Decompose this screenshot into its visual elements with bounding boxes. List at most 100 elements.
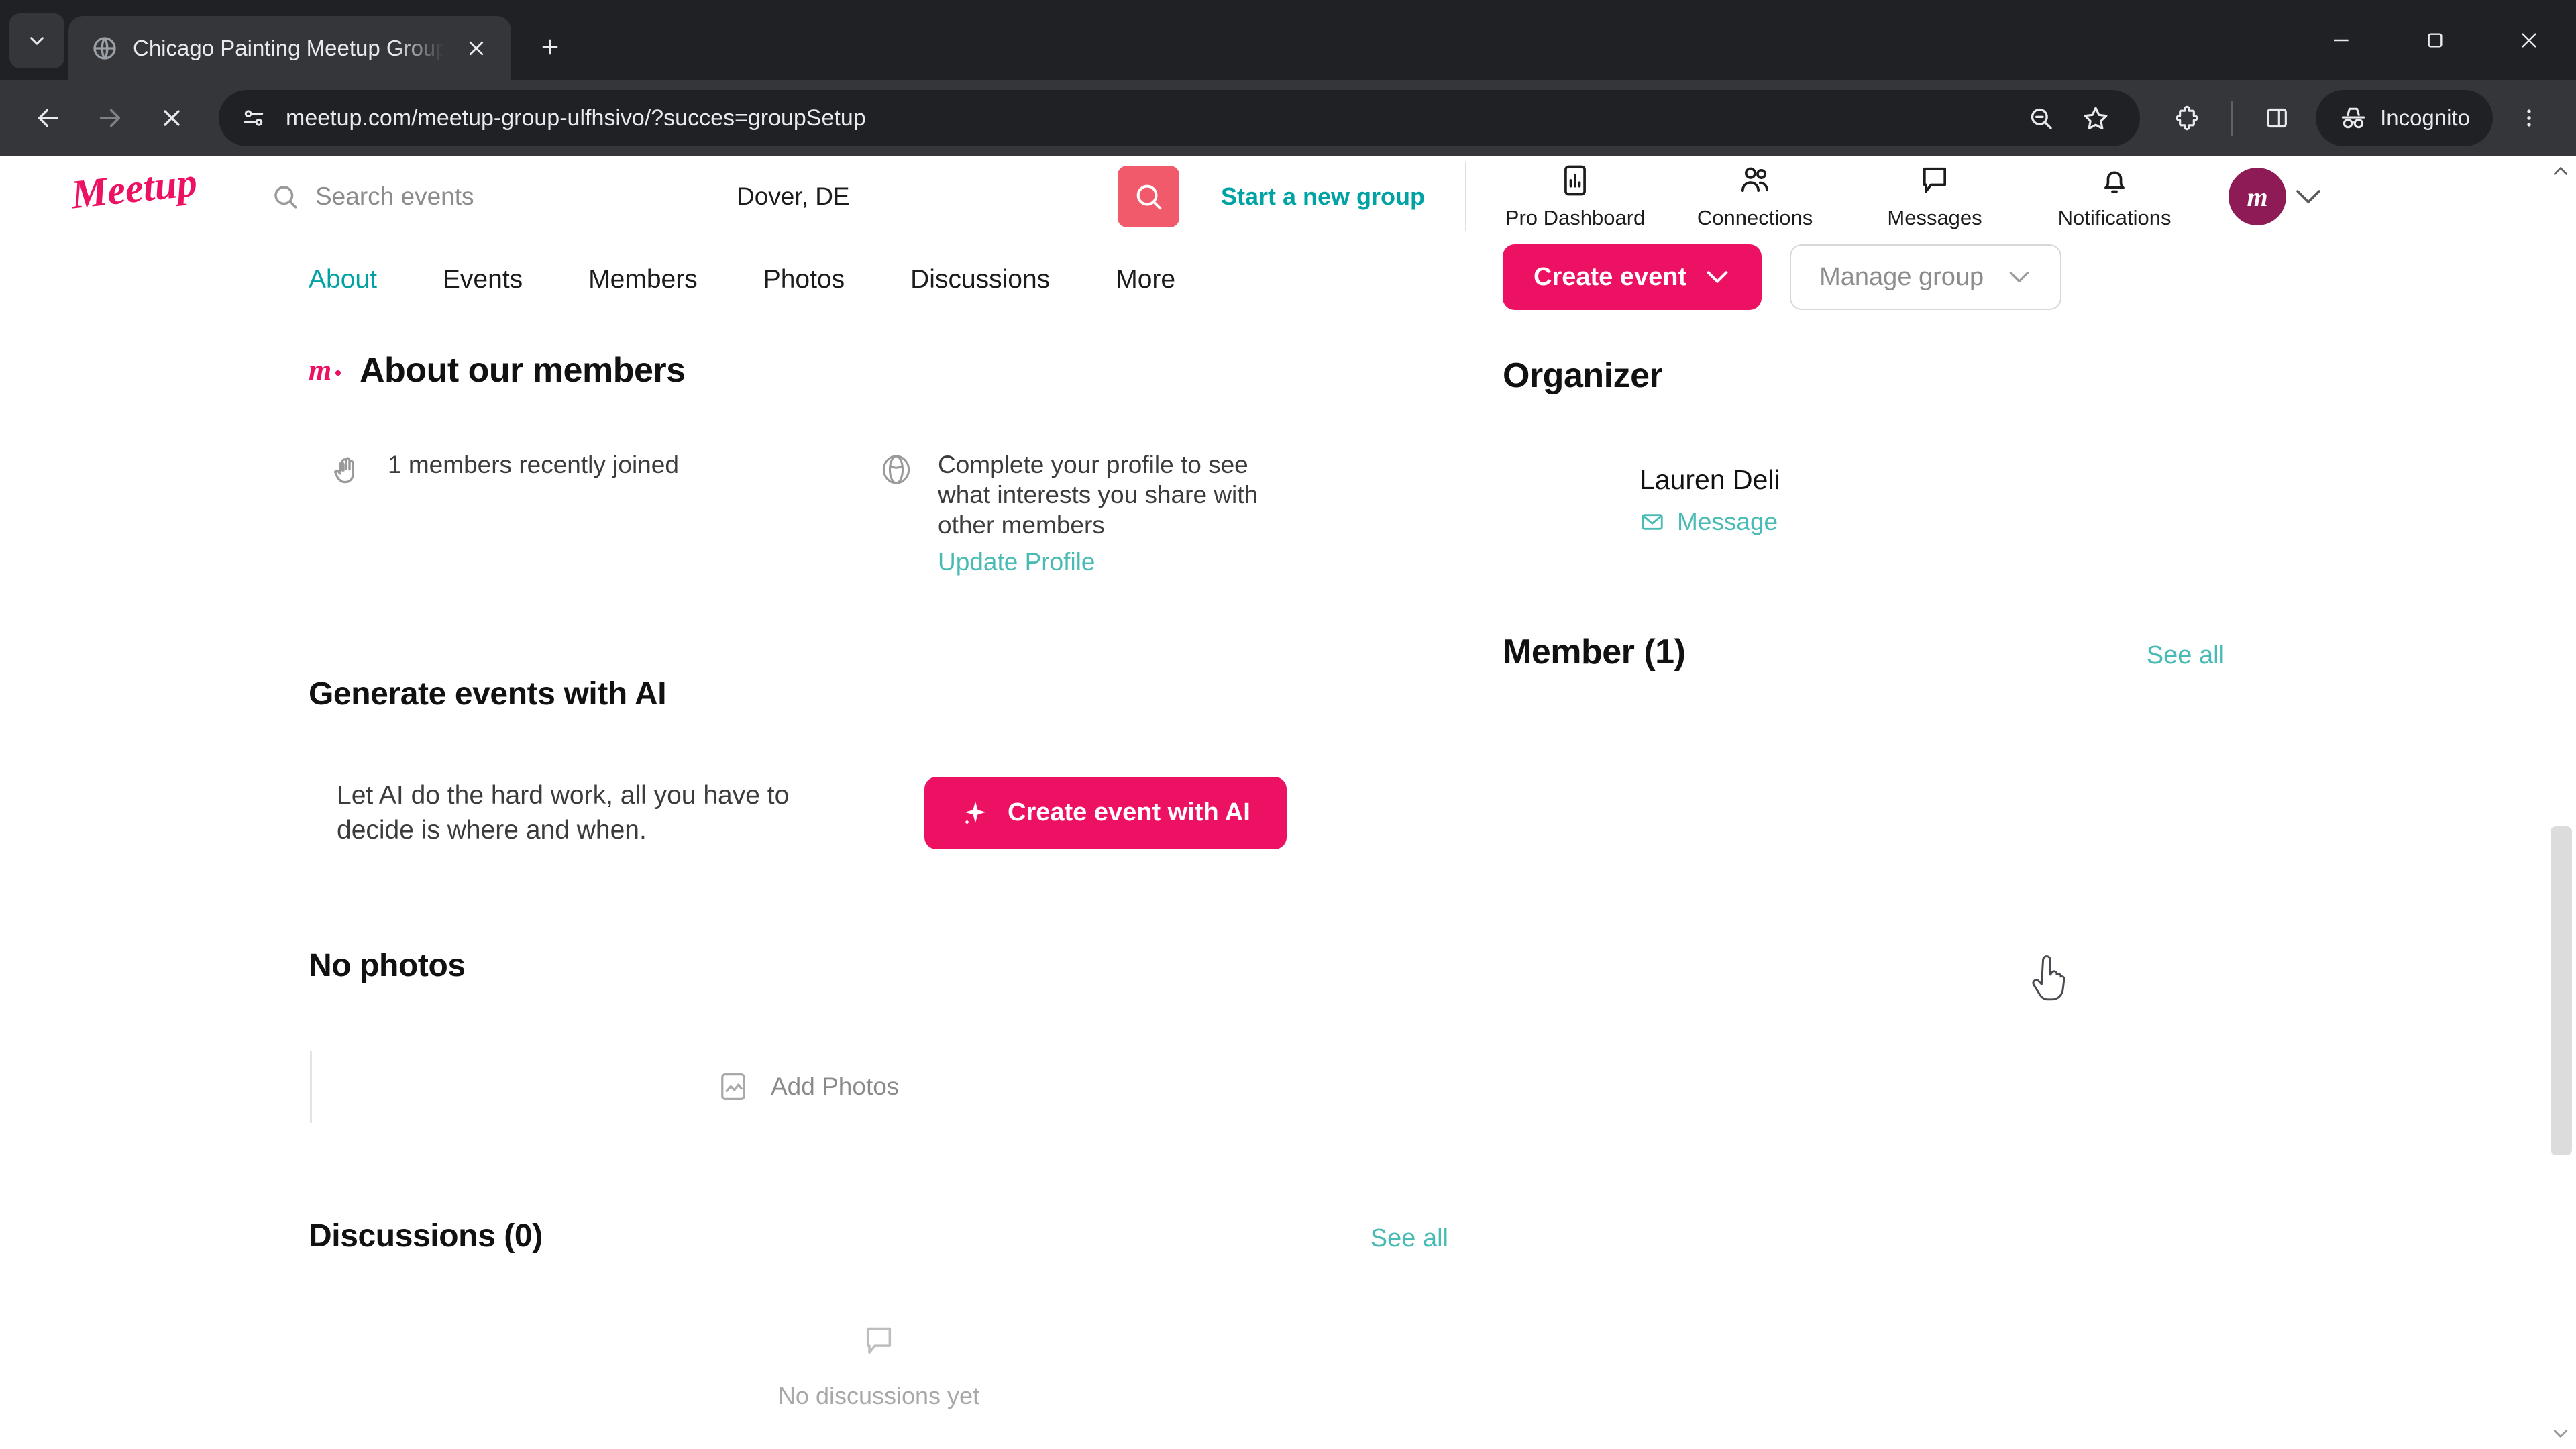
organizer-message-link[interactable]: Message: [1640, 508, 1780, 536]
avatar[interactable]: m: [2229, 168, 2287, 225]
incognito-label: Incognito: [2380, 105, 2470, 130]
manage-group-button[interactable]: Manage group: [1790, 244, 2062, 310]
organizer-name[interactable]: Lauren Deli: [1640, 464, 1780, 496]
tab-about[interactable]: About: [309, 265, 443, 294]
message-label: Message: [1677, 508, 1778, 535]
browser-toolbar: meetup.com/meetup-group-ulfhsivo/?succes…: [0, 80, 2576, 156]
chevron-down-icon[interactable]: [2290, 178, 2326, 215]
nav-label: Messages: [1887, 206, 1982, 229]
start-new-group-link[interactable]: Start a new group: [1221, 182, 1425, 211]
back-button[interactable]: [19, 89, 78, 148]
extensions-button[interactable]: [2157, 89, 2216, 148]
organizer-info: Lauren Deli Message: [1640, 452, 1780, 553]
discussions-section: Discussions (0) See all No discussions y…: [309, 1218, 1449, 1410]
incognito-indicator[interactable]: Incognito: [2316, 90, 2493, 146]
address-bar[interactable]: meetup.com/meetup-group-ulfhsivo/?succes…: [219, 90, 2141, 146]
new-tab-button[interactable]: [526, 23, 574, 71]
complete-profile-item: Complete your profile to see what intere…: [879, 449, 1300, 578]
scroll-up-button[interactable]: [2545, 156, 2576, 186]
tab-photos[interactable]: Photos: [763, 265, 910, 294]
bookmark-star-icon[interactable]: [2072, 94, 2120, 142]
nav-item-connections[interactable]: Connections: [1665, 163, 1845, 230]
meetup-header: Meetup Start a new group: [0, 156, 2576, 237]
image-icon: [721, 1073, 745, 1100]
tab-discussions[interactable]: Discussions: [910, 265, 1116, 294]
kebab-menu-icon: [2527, 109, 2531, 127]
close-icon[interactable]: [459, 31, 494, 66]
url-text: meetup.com/meetup-group-ulfhsivo/?succes…: [286, 105, 866, 131]
scrollbar-thumb[interactable]: [2551, 826, 2572, 1155]
toolbar-divider: [2231, 101, 2233, 136]
close-icon: [164, 110, 180, 126]
tab-events[interactable]: Events: [443, 265, 588, 294]
discussions-title: Discussions (0): [309, 1218, 543, 1254]
forward-button[interactable]: [80, 89, 140, 148]
chevron-down-icon: [2009, 272, 2029, 282]
search-events-field[interactable]: [271, 166, 718, 227]
organizer-avatar[interactable]: [1513, 452, 1614, 553]
create-event-with-ai-button[interactable]: Create event with AI: [924, 776, 1287, 849]
recently-joined-item: 1 members recently joined: [329, 449, 879, 578]
group-page-content: About Events Members Photos Discussions …: [0, 237, 2576, 1410]
account-menu[interactable]: m: [2229, 168, 2326, 225]
tab-members[interactable]: Members: [588, 265, 763, 294]
manage-group-label: Manage group: [1819, 262, 1984, 291]
search-submit-button[interactable]: [1118, 166, 1179, 227]
zoom-out-icon[interactable]: [2017, 94, 2065, 142]
meetup-logo[interactable]: Meetup: [72, 170, 233, 223]
discussions-empty-state: No discussions yet: [309, 1322, 1449, 1410]
plus-icon: [542, 39, 558, 55]
globe-icon: [91, 35, 118, 62]
ai-section: Generate events with AI Let AI do the ha…: [309, 676, 1449, 849]
organizer-title: Organizer: [1503, 356, 1663, 395]
svg-text:m: m: [309, 354, 331, 386]
discussions-see-all-link[interactable]: See all: [1371, 1224, 1448, 1253]
member-see-all-link[interactable]: See all: [2147, 641, 2224, 670]
main-column: About Events Members Photos Discussions …: [309, 237, 1449, 1410]
member-section-header: Member (1) See all: [1503, 632, 2281, 672]
add-photos-label: Add Photos: [771, 1072, 900, 1100]
maximize-button[interactable]: [2388, 0, 2482, 80]
tab-title: Chicago Painting Meetup Group: [133, 36, 444, 60]
complete-profile-copy: Complete your profile to see what intere…: [938, 451, 1258, 539]
create-event-label: Create event: [1534, 262, 1687, 291]
window-controls: [2294, 0, 2576, 80]
people-icon: [1741, 167, 1769, 193]
about-members-grid: 1 members recently joined Complete your …: [309, 449, 1449, 578]
ai-button-label: Create event with AI: [1008, 798, 1250, 826]
browser-tab[interactable]: Chicago Painting Meetup Group: [68, 16, 511, 80]
scroll-down-button[interactable]: [2545, 1418, 2576, 1449]
recently-joined-text: 1 members recently joined: [388, 451, 679, 478]
minimize-button[interactable]: [2294, 0, 2388, 80]
tab-more[interactable]: More: [1116, 265, 1241, 294]
browser-window: Chicago Painting Meetup Group meetup.com…: [0, 0, 2576, 1449]
location-input[interactable]: [737, 182, 1112, 211]
nav-item-messages[interactable]: Messages: [1845, 163, 2025, 230]
add-photos-button[interactable]: Add Photos: [716, 1069, 899, 1104]
about-members-title: About our members: [360, 351, 686, 390]
maximize-icon: [2428, 33, 2443, 48]
site-settings-icon[interactable]: [239, 103, 268, 133]
close-window-button[interactable]: [2482, 0, 2576, 80]
svg-text:Meetup: Meetup: [72, 170, 199, 218]
tab-search-button[interactable]: [9, 13, 64, 68]
close-icon: [2522, 33, 2536, 48]
header-divider: [1465, 162, 1467, 231]
nav-label: Connections: [1697, 206, 1813, 229]
create-event-button[interactable]: Create event: [1503, 244, 1762, 310]
discussions-header: Discussions (0) See all: [309, 1218, 1449, 1254]
nav-item-pro-dashboard[interactable]: Pro Dashboard: [1485, 163, 1665, 230]
side-panel-button[interactable]: [2247, 89, 2306, 148]
nav-item-notifications[interactable]: Notifications: [2025, 163, 2204, 230]
stop-loading-button[interactable]: [142, 89, 201, 148]
search-input[interactable]: [315, 182, 718, 211]
chevron-down-icon: [30, 37, 44, 45]
location-field[interactable]: [737, 166, 1112, 227]
browser-menu-button[interactable]: [2501, 90, 2557, 146]
vertical-scrollbar[interactable]: [2545, 156, 2576, 1449]
organizer-section: Organizer Lauren Deli Message: [1503, 356, 2281, 553]
nav-label: Notifications: [2057, 206, 2171, 229]
ai-section-body: Let AI do the hard work, all you have to…: [309, 776, 1449, 849]
waving-hand-icon: [329, 449, 364, 578]
update-profile-link[interactable]: Update Profile: [938, 547, 1095, 577]
